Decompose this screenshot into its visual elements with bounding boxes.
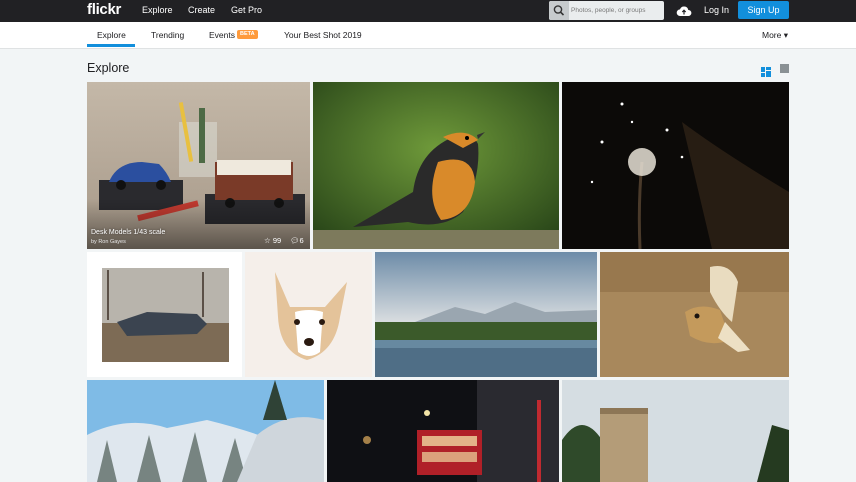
star-icon[interactable]: ☆ <box>264 236 271 245</box>
nav-get-pro[interactable]: Get Pro <box>231 5 262 15</box>
more-menu[interactable]: More ▾ <box>762 30 788 41</box>
photo-mountain-lake[interactable] <box>375 252 597 377</box>
login-link[interactable]: Log In <box>704 5 729 15</box>
search-icon[interactable] <box>549 1 569 20</box>
upload-cloud-icon[interactable] <box>676 4 692 22</box>
beta-badge: BETA <box>237 30 258 39</box>
photo-author[interactable]: by Ron Gayes <box>91 239 126 245</box>
photo-owl[interactable] <box>600 252 789 377</box>
tab-trending[interactable]: Trending <box>151 30 184 40</box>
photo-dandelion[interactable] <box>562 82 789 249</box>
single-view-icon[interactable] <box>780 64 789 73</box>
comment-number: 6 <box>299 236 304 245</box>
fave-count[interactable]: ☆ 99 <box>264 236 281 245</box>
photo-bird[interactable] <box>313 82 559 249</box>
photo-dog[interactable] <box>245 252 372 377</box>
flickr-logo[interactable]: flickr <box>87 1 121 18</box>
active-tab-indicator <box>87 44 135 47</box>
comment-icon[interactable]: 💬︎ <box>290 236 300 245</box>
photo-stone-tower[interactable] <box>562 380 789 482</box>
tab-events[interactable]: Events <box>209 30 235 40</box>
signup-button[interactable]: Sign Up <box>738 1 789 19</box>
tab-your-best-shot[interactable]: Your Best Shot 2019 <box>284 30 362 40</box>
fave-number: 99 <box>272 236 282 245</box>
page-title: Explore <box>87 61 130 75</box>
search-input[interactable] <box>571 3 661 18</box>
photo-snowy-forest[interactable] <box>87 380 324 482</box>
tab-explore[interactable]: Explore <box>97 30 126 40</box>
photo-title[interactable]: Desk Models 1/43 scale <box>91 229 165 236</box>
nav-explore[interactable]: Explore <box>142 5 173 15</box>
search-box[interactable] <box>549 1 664 20</box>
justified-view-icon[interactable] <box>761 64 771 77</box>
photo-desk-models[interactable] <box>87 82 310 249</box>
nav-create[interactable]: Create <box>188 5 215 15</box>
top-bar: flickr Explore Create Get Pro Log In Sig… <box>0 0 856 22</box>
photo-old-car[interactable] <box>87 252 242 377</box>
comment-count[interactable]: 💬︎6 <box>290 236 304 245</box>
photo-london-bus-night[interactable] <box>327 380 559 482</box>
